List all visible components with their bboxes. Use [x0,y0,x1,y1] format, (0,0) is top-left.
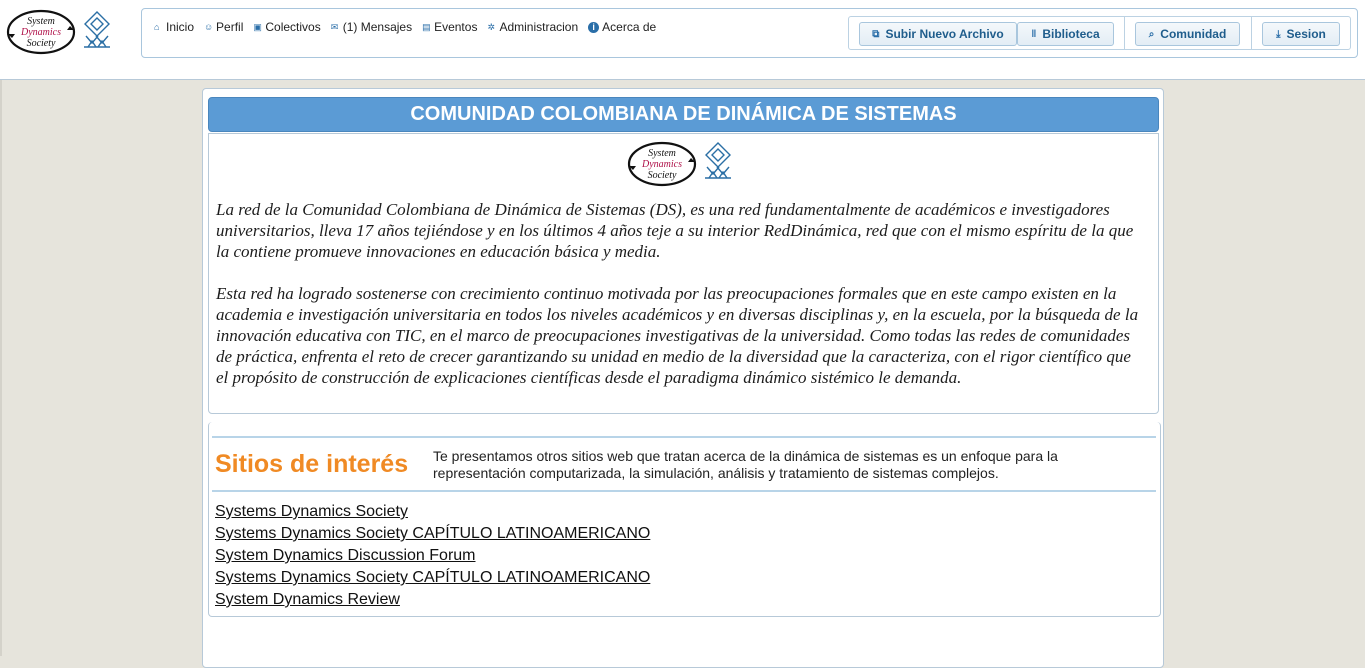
sds-logo-word1: System [648,148,676,159]
site-link[interactable]: Systems Dynamics Society CAPÍTULO LATINO… [215,567,650,589]
search-icon: ⌕ [1148,28,1155,40]
upload-file-label: Subir Nuevo Archivo [885,27,1004,41]
page-title: COMUNIDAD COLOMBIANA DE DINÁMICA DE SIST… [208,97,1159,132]
upload-file-button[interactable]: ⧉ Subir Nuevo Archivo [859,22,1017,46]
library-icon: ‖ [1031,28,1037,40]
divider [212,436,1156,438]
nav-mensajes[interactable]: ✉ (1) Mensajes [331,20,412,34]
sites-of-interest-panel: Sitios de interés Te presentamos otros s… [208,422,1161,617]
nav-administracion[interactable]: ✲ Administracion [487,20,578,34]
gear-icon: ✲ [487,21,495,32]
nav-eventos[interactable]: ▤ Eventos [422,20,477,34]
community-label: Comunidad [1160,27,1227,41]
session-label: Sesion [1286,27,1326,41]
divider [212,490,1156,492]
main-navigation: ⌂ Inicio ☺ Perfil ▣ Colectivos ✉ (1) Men… [141,8,1358,58]
nav-acerca-de-label: Acerca de [602,20,657,34]
calendar-icon: ▤ [422,21,431,32]
header: System Dynamics Society ⌂ Inicio ☺ Perfi… [0,0,1365,80]
community-button[interactable]: ⌕ Comunidad [1135,22,1240,46]
sites-description: Te presentamos otros sitios web que trat… [433,448,1058,481]
user-icon: ☺ [204,21,214,32]
site-link[interactable]: Systems Dynamics Society [215,501,650,523]
intro-paragraph-2: Esta red ha logrado sostenerse con creci… [216,284,1139,387]
home-icon: ⌂ [154,21,160,32]
sds-logo-word1: System [27,16,55,27]
library-label: Biblioteca [1042,27,1100,41]
toolbar: ⧉ Subir Nuevo Archivo ‖ Biblioteca ⌕ Com… [848,16,1351,50]
nav-colectivos-label: Colectivos [265,20,321,34]
toolbar-divider [1124,17,1125,49]
nav-inicio-label: Inicio [166,20,195,34]
sds-logo-word2: Dynamics [20,27,61,38]
sds-logo-word2: Dynamics [641,159,682,170]
site-link[interactable]: Systems Dynamics Society CAPÍTULO LATINO… [215,523,650,545]
sites-link-list: Systems Dynamics Society Systems Dynamic… [215,501,650,611]
nav-inicio[interactable]: ⌂ Inicio [154,20,194,34]
site-link[interactable]: System Dynamics Review [215,589,650,611]
nav-mensajes-label: (1) Mensajes [342,20,413,34]
upload-icon: ⧉ [872,28,880,40]
system-dynamics-society-logo[interactable]: System Dynamics Society [6,8,76,56]
group-icon: ▣ [253,21,262,32]
window-edge [0,80,2,656]
nav-perfil-label: Perfil [216,20,244,34]
nav-colectivos[interactable]: ▣ Colectivos [253,20,320,34]
nav-eventos-label: Eventos [434,20,478,34]
mail-icon: ✉ [330,21,339,32]
nav-acerca-de[interactable]: i Acerca de [588,20,656,34]
sds-logo-word3: Society [648,170,677,181]
main-content: COMUNIDAD COLOMBIANA DE DINÁMICA DE SIST… [202,88,1164,668]
ccds-logo [705,142,731,179]
intro-panel: System Dynamics Society La red de la Com… [208,133,1159,414]
system-dynamics-society-logo: System Dynamics Society [627,141,697,187]
toolbar-divider [1251,17,1252,49]
nav-perfil[interactable]: ☺ Perfil [204,20,243,34]
info-icon: i [588,21,600,33]
sds-logo-word3: Society [27,38,56,49]
nav-administracion-label: Administracion [499,20,579,34]
ccds-logo[interactable] [82,10,112,50]
intro-paragraph-1: La red de la Comunidad Colombiana de Din… [216,200,1134,261]
library-button[interactable]: ‖ Biblioteca [1017,22,1114,46]
site-link[interactable]: System Dynamics Discussion Forum [215,545,650,567]
session-button[interactable]: ⤓ Sesion [1262,22,1340,46]
sites-title: Sitios de interés [215,450,409,478]
download-icon: ⤓ [1276,28,1281,40]
